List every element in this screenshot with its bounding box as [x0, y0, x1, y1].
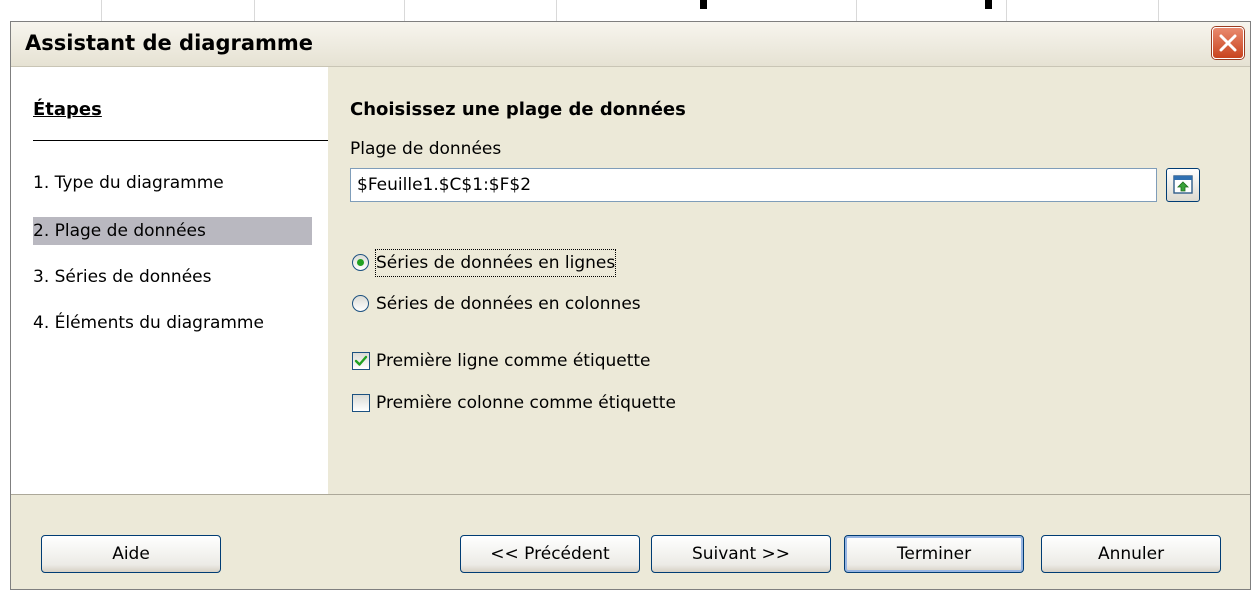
checkbox-first-column-label: Première colonne comme étiquette [376, 393, 676, 413]
checkbox-first-column-box[interactable] [352, 394, 370, 412]
previous-button[interactable]: << Précédent [460, 535, 640, 573]
footer-separator [11, 494, 1250, 495]
sheet-glyph [700, 0, 707, 9]
radio-rows-button[interactable] [352, 254, 369, 271]
data-range-input[interactable] [350, 168, 1157, 202]
step-chart-elements[interactable]: 4. Éléments du diagramme [33, 309, 264, 337]
chart-wizard-dialog: Assistant de diagramme Étapes 1. Type du… [10, 21, 1251, 590]
content-pane: Choisissez une plage de données Plage de… [328, 67, 1250, 494]
checkmark-icon [354, 355, 368, 366]
checkbox-first-row-label: Première ligne comme étiquette [376, 351, 651, 371]
cancel-button[interactable]: Annuler [1041, 535, 1221, 573]
steps-pane: Étapes 1. Type du diagramme 2. Plage de … [11, 67, 329, 494]
radio-columns-button[interactable] [352, 295, 369, 312]
steps-heading: Étapes [33, 99, 102, 120]
section-title: Choisissez une plage de données [350, 99, 686, 120]
radio-rows-label: Séries de données en lignes [374, 249, 617, 277]
radio-columns-label: Séries de données en colonnes [376, 294, 641, 314]
title-bar: Assistant de diagramme [11, 22, 1250, 67]
next-button[interactable]: Suivant >> [651, 535, 831, 573]
close-button[interactable] [1212, 27, 1244, 59]
step-data-range[interactable]: 2. Plage de données [33, 217, 312, 245]
steps-divider [33, 140, 329, 141]
help-button[interactable]: Aide [41, 535, 221, 573]
radio-selected-dot [357, 259, 364, 266]
step-data-series[interactable]: 3. Séries de données [33, 263, 211, 291]
finish-button[interactable]: Terminer [844, 535, 1024, 573]
shrink-icon [1173, 175, 1193, 194]
range-label: Plage de données [350, 139, 502, 159]
checkbox-first-row-box[interactable] [352, 352, 370, 370]
dialog-title: Assistant de diagramme [25, 31, 314, 55]
close-icon [1219, 34, 1237, 52]
select-range-button[interactable] [1166, 168, 1200, 202]
step-chart-type[interactable]: 1. Type du diagramme [33, 169, 224, 197]
sheet-glyph [985, 0, 992, 9]
